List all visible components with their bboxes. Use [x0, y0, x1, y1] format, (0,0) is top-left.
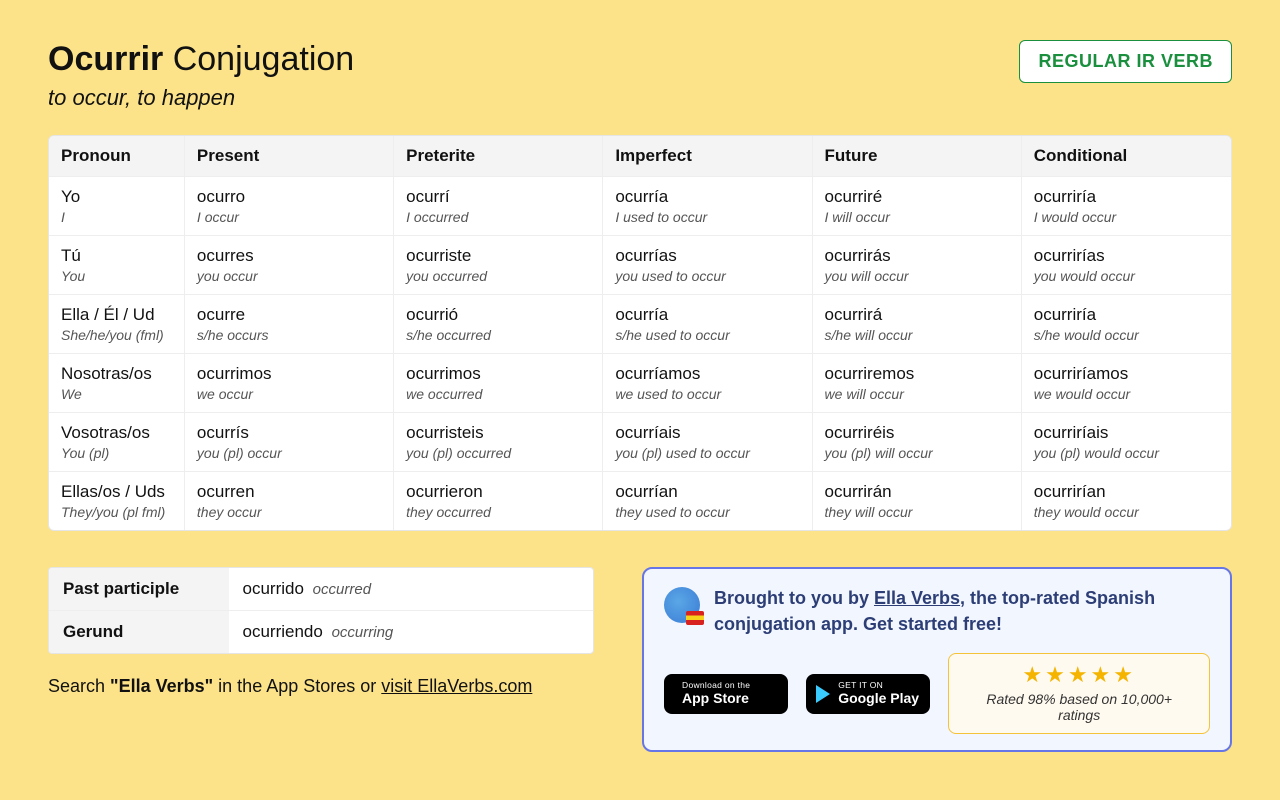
- imperfect-cell: ocurrías/he used to occur: [603, 295, 812, 354]
- preterite-cell: ocurrimoswe occurred: [394, 354, 603, 413]
- verb-type-badge: REGULAR IR VERB: [1019, 40, 1232, 83]
- conditional-cell: ocurriríamoswe would occur: [1022, 354, 1231, 413]
- imperfect-cell: ocurríamoswe used to occur: [603, 354, 812, 413]
- rating-box: ★★★★★ Rated 98% based on 10,000+ ratings: [948, 653, 1210, 734]
- present-cell: ocurresyou occur: [185, 236, 394, 295]
- future-cell: ocurriréisyou (pl) will occur: [813, 413, 1022, 472]
- imperfect-cell: ocurríaI used to occur: [603, 177, 812, 236]
- future-cell: ocurrirás/he will occur: [813, 295, 1022, 354]
- preterite-cell: ocurríI occurred: [394, 177, 603, 236]
- present-cell: ocurroI occur: [185, 177, 394, 236]
- conditional-cell: ocurriríaisyou (pl) would occur: [1022, 413, 1231, 472]
- star-icons: ★★★★★: [965, 662, 1193, 688]
- preterite-cell: ocurriós/he occurred: [394, 295, 603, 354]
- present-cell: ocurrimoswe occur: [185, 354, 394, 413]
- app-logo-icon: [664, 587, 700, 623]
- imperfect-cell: ocurríasyou used to occur: [603, 236, 812, 295]
- header-future: Future: [813, 136, 1022, 177]
- rating-text: Rated 98% based on 10,000+ ratings: [965, 691, 1193, 723]
- header-present: Present: [185, 136, 394, 177]
- promo-text: Brought to you by Ella Verbs, the top-ra…: [714, 585, 1210, 637]
- conjugation-table: Pronoun Present Preterite Imperfect Futu…: [48, 135, 1232, 531]
- gerund-row: Gerund ocurriendo occurring: [49, 611, 593, 653]
- verb-translation: to occur, to happen: [48, 85, 354, 111]
- visit-link[interactable]: visit EllaVerbs.com: [381, 676, 532, 696]
- table-row: YoIocurroI occurocurríI occurredocurríaI…: [49, 177, 1231, 236]
- conditional-cell: ocurrirías/he would occur: [1022, 295, 1231, 354]
- header-pronoun: Pronoun: [49, 136, 185, 177]
- play-icon: [816, 685, 830, 703]
- pronoun-cell: TúYou: [49, 236, 185, 295]
- imperfect-cell: ocurríanthey used to occur: [603, 472, 812, 530]
- conditional-cell: ocurriríasyou would occur: [1022, 236, 1231, 295]
- ella-verbs-link[interactable]: Ella Verbs: [874, 588, 960, 608]
- table-row: Ella / Él / UdShe/he/you (fml)ocurres/he…: [49, 295, 1231, 354]
- pronoun-cell: Ellas/os / UdsThey/you (pl fml): [49, 472, 185, 530]
- pronoun-cell: Vosotras/osYou (pl): [49, 413, 185, 472]
- google-play-button[interactable]: GET IT ON Google Play: [806, 674, 930, 714]
- title-suffix: Conjugation: [173, 40, 354, 78]
- future-cell: ocurriránthey will occur: [813, 472, 1022, 530]
- pronoun-cell: Nosotras/osWe: [49, 354, 185, 413]
- table-row: TúYouocurresyou occurocurristeyou occurr…: [49, 236, 1231, 295]
- verb-name: Ocurrir: [48, 40, 163, 78]
- table-row: Vosotras/osYou (pl)ocurrísyou (pl) occur…: [49, 413, 1231, 472]
- table-row: Nosotras/osWeocurrimoswe occurocurrimosw…: [49, 354, 1231, 413]
- header-imperfect: Imperfect: [603, 136, 812, 177]
- page-title: Ocurrir Conjugation: [48, 40, 354, 79]
- search-note: Search "Ella Verbs" in the App Stores or…: [48, 676, 594, 697]
- gerund-value: ocurriendo occurring: [229, 611, 593, 653]
- gerund-label: Gerund: [49, 611, 229, 653]
- app-store-button[interactable]: Download on the App Store: [664, 674, 788, 714]
- pronoun-cell: YoI: [49, 177, 185, 236]
- table-header-row: Pronoun Present Preterite Imperfect Futu…: [49, 136, 1231, 177]
- preterite-cell: ocurrieronthey occurred: [394, 472, 603, 530]
- table-row: Ellas/os / UdsThey/you (pl fml)ocurrenth…: [49, 472, 1231, 530]
- future-cell: ocurriréI will occur: [813, 177, 1022, 236]
- future-cell: ocurrirásyou will occur: [813, 236, 1022, 295]
- pronoun-cell: Ella / Él / UdShe/he/you (fml): [49, 295, 185, 354]
- past-participle-row: Past participle ocurrido occurred: [49, 568, 593, 611]
- conditional-cell: ocurriríanthey would occur: [1022, 472, 1231, 530]
- past-participle-value: ocurrido occurred: [229, 568, 593, 611]
- participle-table: Past participle ocurrido occurred Gerund…: [48, 567, 594, 654]
- conditional-cell: ocurriríaI would occur: [1022, 177, 1231, 236]
- present-cell: ocurrísyou (pl) occur: [185, 413, 394, 472]
- promo-box: Brought to you by Ella Verbs, the top-ra…: [642, 567, 1232, 752]
- future-cell: ocurriremoswe will occur: [813, 354, 1022, 413]
- present-cell: ocurrenthey occur: [185, 472, 394, 530]
- header-conditional: Conditional: [1022, 136, 1231, 177]
- preterite-cell: ocurristeyou occurred: [394, 236, 603, 295]
- past-participle-label: Past participle: [49, 568, 229, 611]
- present-cell: ocurres/he occurs: [185, 295, 394, 354]
- preterite-cell: ocurristeisyou (pl) occurred: [394, 413, 603, 472]
- imperfect-cell: ocurríaisyou (pl) used to occur: [603, 413, 812, 472]
- header-preterite: Preterite: [394, 136, 603, 177]
